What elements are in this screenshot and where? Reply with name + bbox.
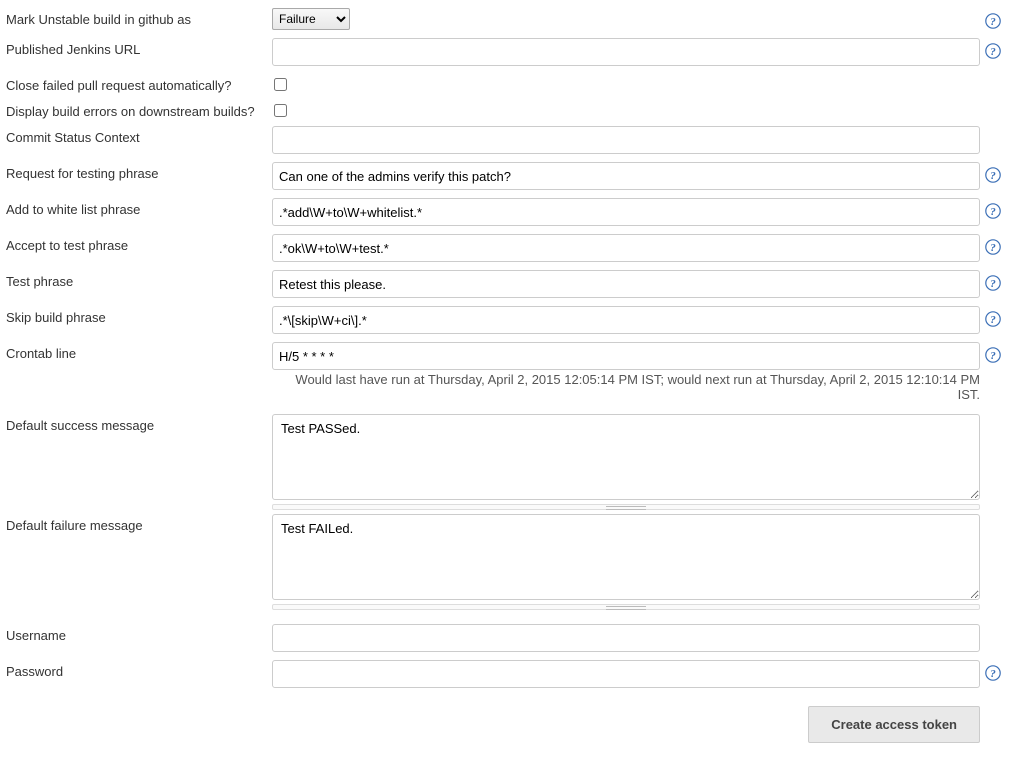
help-icon[interactable] <box>985 311 1001 327</box>
help-icon[interactable] <box>985 13 1001 29</box>
label-success-msg: Default success message <box>6 414 272 433</box>
textarea-success-msg[interactable] <box>272 414 980 500</box>
config-form: Mark Unstable build in github as Failure… <box>6 8 1006 743</box>
input-skip-build[interactable] <box>272 306 980 334</box>
label-published-url: Published Jenkins URL <box>6 38 272 57</box>
label-failure-msg: Default failure message <box>6 514 272 533</box>
checkbox-display-errors[interactable] <box>274 104 287 117</box>
label-username: Username <box>6 624 272 643</box>
input-whitelist[interactable] <box>272 198 980 226</box>
help-icon[interactable] <box>985 347 1001 363</box>
help-icon[interactable] <box>985 275 1001 291</box>
label-accept-test: Accept to test phrase <box>6 234 272 253</box>
help-icon[interactable] <box>985 167 1001 183</box>
help-icon[interactable] <box>985 239 1001 255</box>
label-close-failed: Close failed pull request automatically? <box>6 74 272 93</box>
input-accept-test[interactable] <box>272 234 980 262</box>
input-password[interactable] <box>272 660 980 688</box>
label-request-testing: Request for testing phrase <box>6 162 272 181</box>
input-published-url[interactable] <box>272 38 980 66</box>
crontab-hint: Would last have run at Thursday, April 2… <box>272 372 980 402</box>
input-username[interactable] <box>272 624 980 652</box>
label-test-phrase: Test phrase <box>6 270 272 289</box>
label-display-errors: Display build errors on downstream build… <box>6 100 272 119</box>
input-request-testing[interactable] <box>272 162 980 190</box>
select-mark-unstable[interactable]: Failure <box>272 8 350 30</box>
label-crontab: Crontab line <box>6 342 272 361</box>
label-commit-context: Commit Status Context <box>6 126 272 145</box>
input-crontab[interactable] <box>272 342 980 370</box>
textarea-failure-msg[interactable] <box>272 514 980 600</box>
resize-handle[interactable] <box>272 504 980 510</box>
help-icon[interactable] <box>985 665 1001 681</box>
help-icon[interactable] <box>985 203 1001 219</box>
label-password: Password <box>6 660 272 679</box>
create-access-token-button[interactable]: Create access token <box>808 706 980 743</box>
help-icon[interactable] <box>985 43 1001 59</box>
resize-handle[interactable] <box>272 604 980 610</box>
input-commit-context[interactable] <box>272 126 980 154</box>
label-whitelist: Add to white list phrase <box>6 198 272 217</box>
input-test-phrase[interactable] <box>272 270 980 298</box>
checkbox-close-failed[interactable] <box>274 78 287 91</box>
label-skip-build: Skip build phrase <box>6 306 272 325</box>
label-mark-unstable: Mark Unstable build in github as <box>6 8 272 27</box>
